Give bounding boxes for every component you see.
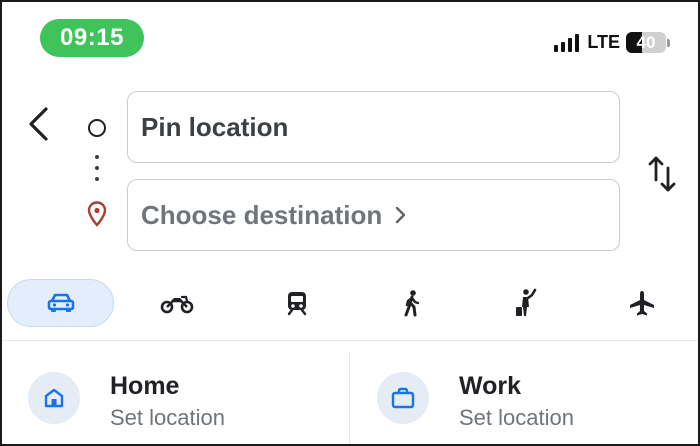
hail-icon (516, 288, 537, 316)
battery-icon: 40 (626, 32, 666, 53)
train-icon (287, 292, 307, 316)
destination-pin-icon (87, 201, 107, 227)
saved-place-home[interactable]: Home Set location (28, 354, 338, 442)
travel-mode-two-wheeler[interactable] (132, 279, 222, 327)
origin-input-value: Pin location (141, 111, 289, 142)
home-icon (44, 388, 64, 408)
travel-mode-transit[interactable] (252, 279, 342, 327)
saved-place-title: Work (459, 372, 522, 400)
status-time-pill: 09:15 (40, 19, 144, 57)
travel-mode-ride-services[interactable] (482, 279, 572, 327)
saved-place-home-text: Home Set location (110, 371, 225, 433)
travel-mode-flights[interactable] (597, 279, 687, 327)
battery-cap (667, 38, 670, 47)
home-icon-badge (28, 372, 80, 424)
network-type: LTE (587, 32, 620, 52)
origin-marker-icon (88, 119, 106, 137)
travel-mode-bar (7, 279, 697, 327)
signal-strength-icon (554, 33, 580, 52)
status-time: 09:15 (60, 24, 124, 51)
chevron-left-icon (29, 107, 48, 141)
swap-origin-destination-button[interactable] (645, 152, 679, 196)
saved-place-title: Home (110, 372, 180, 400)
saved-place-work[interactable]: Work Set location (377, 354, 687, 442)
work-icon-badge (377, 372, 429, 424)
places-divider (349, 353, 350, 444)
briefcase-icon (391, 387, 415, 409)
status-indicators: LTE 40 (554, 32, 670, 53)
saved-place-subtitle: Set location (110, 405, 225, 430)
plane-icon (630, 291, 654, 316)
saved-place-work-text: Work Set location (459, 371, 574, 433)
travel-mode-driving[interactable] (7, 279, 114, 327)
swap-vertical-icon (648, 156, 676, 192)
back-button[interactable] (20, 103, 56, 145)
walking-icon (404, 290, 420, 317)
destination-input[interactable]: Choose destination (127, 179, 620, 251)
travel-mode-walking[interactable] (367, 279, 457, 327)
route-connector-icon (95, 155, 99, 185)
car-icon (47, 293, 74, 312)
saved-place-subtitle: Set location (459, 405, 574, 430)
origin-input[interactable]: Pin location (127, 91, 620, 163)
battery-percent: 40 (636, 33, 656, 52)
destination-input-placeholder: Choose destination (141, 199, 383, 230)
chevron-right-icon (396, 206, 406, 224)
motorcycle-icon (160, 295, 194, 314)
section-divider (2, 340, 698, 341)
directions-screen: 09:15 LTE 40 Pin location Choose destina… (0, 0, 700, 446)
